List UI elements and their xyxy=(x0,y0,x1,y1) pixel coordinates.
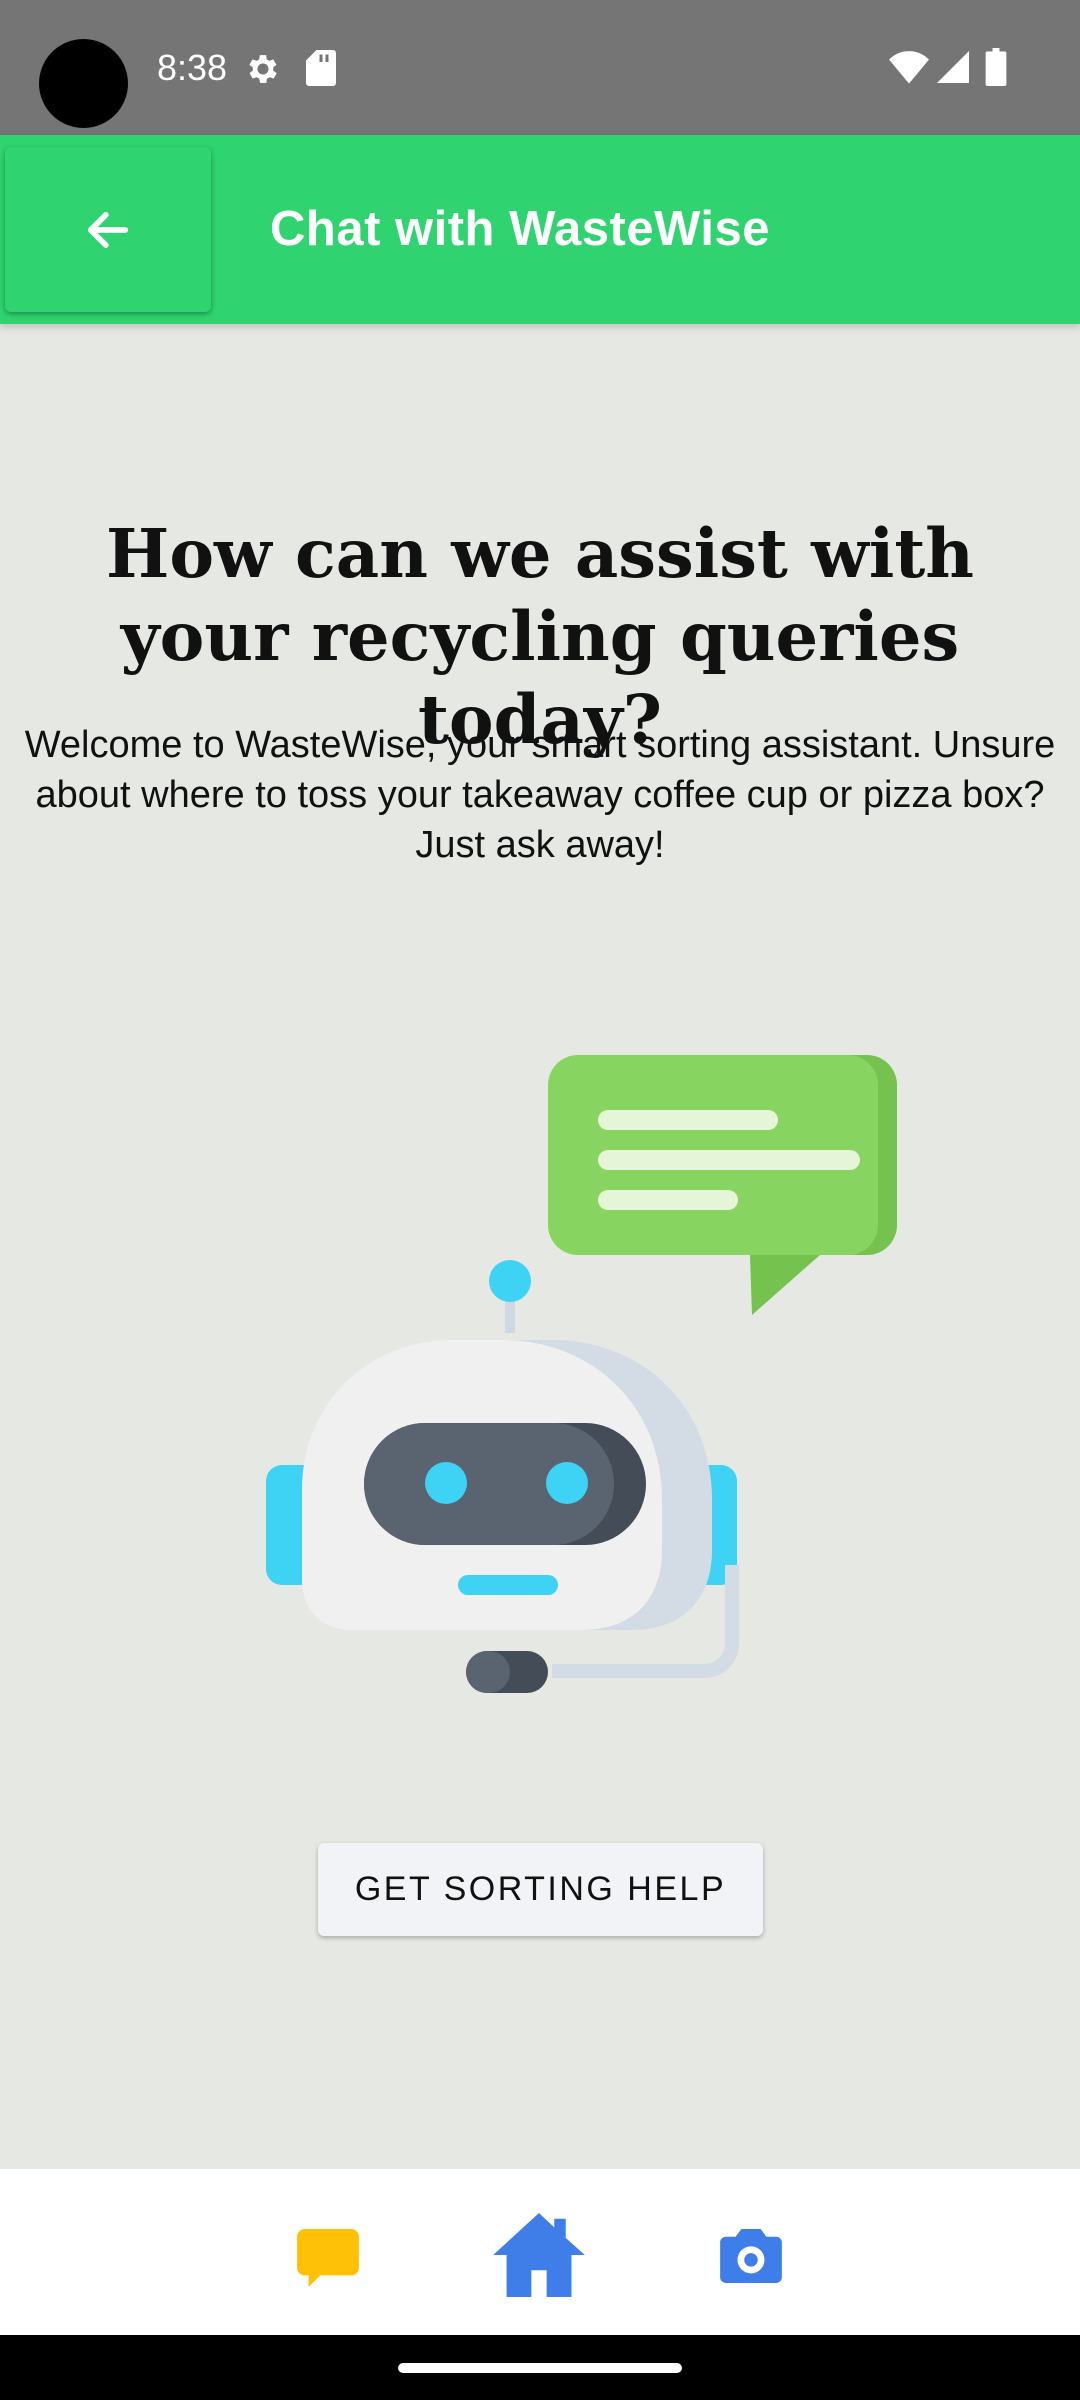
arrow-left-icon xyxy=(87,211,129,248)
welcome-text: Welcome to WasteWise, your smart sorting… xyxy=(24,724,1056,866)
system-gesture-bar xyxy=(0,2335,1080,2400)
speech-bubble-icon xyxy=(548,1055,897,1315)
wifi-icon xyxy=(889,51,929,84)
app-bar: Chat with WasteWise xyxy=(0,135,1080,324)
home-icon[interactable] xyxy=(492,2213,586,2297)
status-time: 8:38 xyxy=(157,47,228,88)
signal-icon xyxy=(937,51,969,83)
page-title: Chat with WasteWise xyxy=(270,202,771,256)
sd-card-icon xyxy=(306,50,336,86)
front-camera-cutout xyxy=(39,39,128,128)
battery-icon xyxy=(985,48,1007,86)
back-button[interactable] xyxy=(5,147,211,312)
chat-bubble-icon[interactable] xyxy=(297,2229,359,2287)
status-bar: 8:38 xyxy=(0,0,1080,135)
get-sorting-help-button[interactable]: GET SORTING HELP xyxy=(318,1843,763,1936)
settings-gear-icon xyxy=(249,55,277,83)
home-gesture-handle[interactable] xyxy=(398,2363,682,2373)
bottom-navigation xyxy=(0,2169,1080,2335)
camera-icon[interactable] xyxy=(720,2229,782,2283)
chatbot-robot-illustration xyxy=(266,1055,897,1693)
